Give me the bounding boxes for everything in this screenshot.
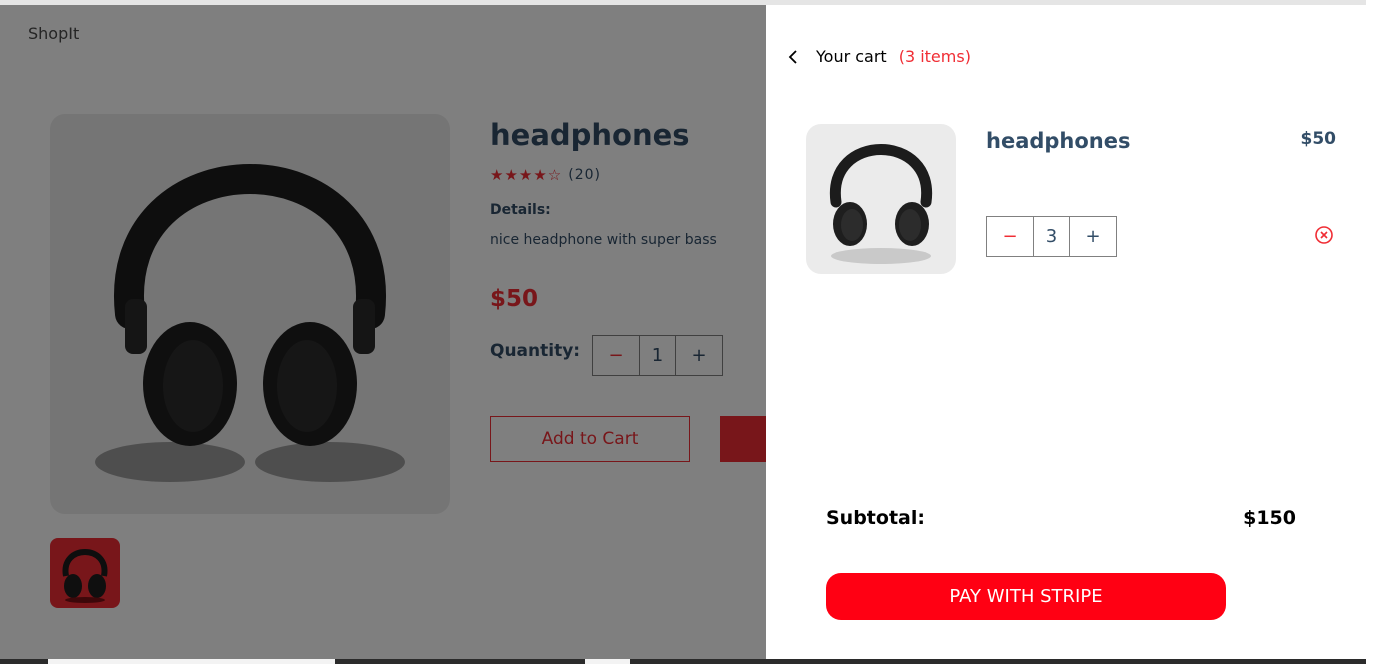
cart-panel: Your cart (3 items) headphones $50 − 3 + xyxy=(766,5,1366,659)
taskbar-segment xyxy=(48,659,335,664)
cart-heading[interactable]: Your cart (3 items) xyxy=(788,47,971,66)
taskbar-segment xyxy=(585,659,630,664)
subtotal-label: Subtotal: xyxy=(826,507,925,529)
chevron-left-icon[interactable] xyxy=(788,48,802,66)
remove-circle-icon[interactable] xyxy=(1314,225,1334,245)
pay-with-stripe-button[interactable]: PAY WITH STRIPE xyxy=(826,573,1226,620)
taskbar-strip xyxy=(0,659,1366,664)
subtotal-value: $150 xyxy=(1243,507,1296,529)
cart-quantity-stepper: − 3 + xyxy=(986,216,1117,257)
cart-item-image xyxy=(806,124,956,274)
cart-item-name: headphones xyxy=(986,129,1131,153)
headphones-image xyxy=(829,144,933,264)
modal-overlay[interactable] xyxy=(0,5,766,659)
cart-item-price: $50 xyxy=(1300,129,1337,149)
cart-decrease-quantity-button[interactable]: − xyxy=(987,217,1034,256)
page: ShopIt headphones ★★★★☆ (20) Details: ni… xyxy=(0,0,1382,664)
cart-increase-quantity-button[interactable]: + xyxy=(1070,217,1116,256)
cart-title: Your cart xyxy=(816,47,887,66)
cart-quantity-value: 3 xyxy=(1034,217,1070,256)
cart-item-count: (3 items) xyxy=(898,47,971,66)
